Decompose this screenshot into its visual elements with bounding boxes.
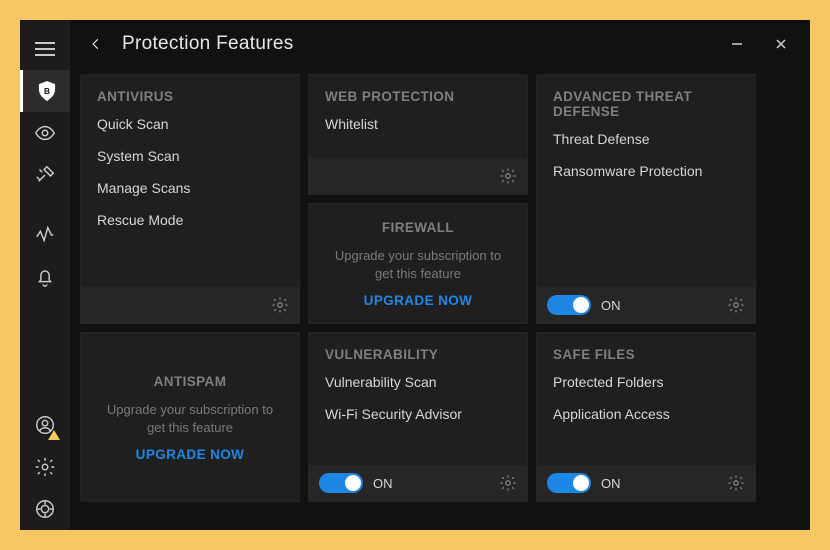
toggle-label: ON [601, 298, 621, 313]
alert-badge-icon [48, 430, 60, 440]
card-firewall: FIREWALL Upgrade your subscription to ge… [308, 203, 528, 324]
card-web-protection: WEB PROTECTION Whitelist [308, 74, 528, 195]
protected-folders[interactable]: Protected Folders [553, 372, 739, 392]
card-title: SAFE FILES [537, 333, 755, 372]
page-title: Protection Features [122, 33, 294, 55]
help-icon[interactable] [20, 488, 70, 530]
atd-toggle[interactable] [547, 295, 591, 315]
eye-icon[interactable] [20, 112, 70, 154]
card-title: ADVANCED THREAT DEFENSE [537, 75, 755, 129]
gear-icon[interactable] [271, 296, 289, 314]
card-vulnerability: VULNERABILITY Vulnerability Scan Wi-Fi S… [308, 332, 528, 502]
card-antispam: ANTISPAM Upgrade your subscription to ge… [80, 332, 300, 502]
shield-icon[interactable]: BB [20, 70, 70, 112]
upgrade-now-link[interactable]: UPGRADE NOW [364, 293, 473, 322]
toggle-label: ON [601, 476, 621, 491]
antivirus-rescue-mode[interactable]: Rescue Mode [97, 210, 283, 230]
cards-grid: ANTIVIRUS Quick Scan System Scan Manage … [70, 68, 810, 530]
upgrade-description: Upgrade your subscription to get this fe… [81, 399, 299, 446]
app-window: BB Protect [20, 20, 810, 530]
vulnerability-scan[interactable]: Vulnerability Scan [325, 372, 511, 392]
activity-icon[interactable] [20, 214, 70, 256]
card-advanced-threat-defense: ADVANCED THREAT DEFENSE Threat Defense R… [536, 74, 756, 324]
close-button[interactable] [772, 35, 790, 53]
safefiles-toggle[interactable] [547, 473, 591, 493]
application-access[interactable]: Application Access [553, 404, 739, 424]
tools-icon[interactable] [20, 154, 70, 196]
bell-icon[interactable] [20, 256, 70, 298]
upgrade-description: Upgrade your subscription to get this fe… [309, 245, 527, 292]
sidebar: BB [20, 20, 70, 530]
gear-icon[interactable] [499, 167, 517, 185]
antivirus-manage-scans[interactable]: Manage Scans [97, 178, 283, 198]
settings-icon[interactable] [20, 446, 70, 488]
upgrade-now-link[interactable]: UPGRADE NOW [136, 447, 245, 476]
gear-icon[interactable] [727, 474, 745, 492]
antivirus-quick-scan[interactable]: Quick Scan [97, 114, 283, 134]
atd-threat-defense[interactable]: Threat Defense [553, 129, 739, 149]
card-title: ANTISPAM [81, 358, 299, 399]
wifi-security-advisor[interactable]: Wi-Fi Security Advisor [325, 404, 511, 424]
antivirus-system-scan[interactable]: System Scan [97, 146, 283, 166]
titlebar: Protection Features [70, 20, 810, 68]
gear-icon[interactable] [499, 474, 517, 492]
menu-icon[interactable] [20, 28, 70, 70]
card-antivirus: ANTIVIRUS Quick Scan System Scan Manage … [80, 74, 300, 324]
vulnerability-toggle[interactable] [319, 473, 363, 493]
card-safe-files: SAFE FILES Protected Folders Application… [536, 332, 756, 502]
minimize-button[interactable] [728, 35, 746, 53]
toggle-label: ON [373, 476, 393, 491]
main-area: Protection Features ANTIVIRUS Quick Scan… [70, 20, 810, 530]
svg-text:B: B [44, 87, 50, 96]
web-whitelist[interactable]: Whitelist [325, 114, 511, 134]
card-title: ANTIVIRUS [81, 75, 299, 114]
atd-ransomware-protection[interactable]: Ransomware Protection [553, 161, 739, 181]
card-title: FIREWALL [309, 204, 527, 245]
gear-icon[interactable] [727, 296, 745, 314]
account-icon[interactable] [20, 404, 70, 446]
card-title: WEB PROTECTION [309, 75, 527, 114]
back-button[interactable] [84, 32, 108, 56]
card-title: VULNERABILITY [309, 333, 527, 372]
